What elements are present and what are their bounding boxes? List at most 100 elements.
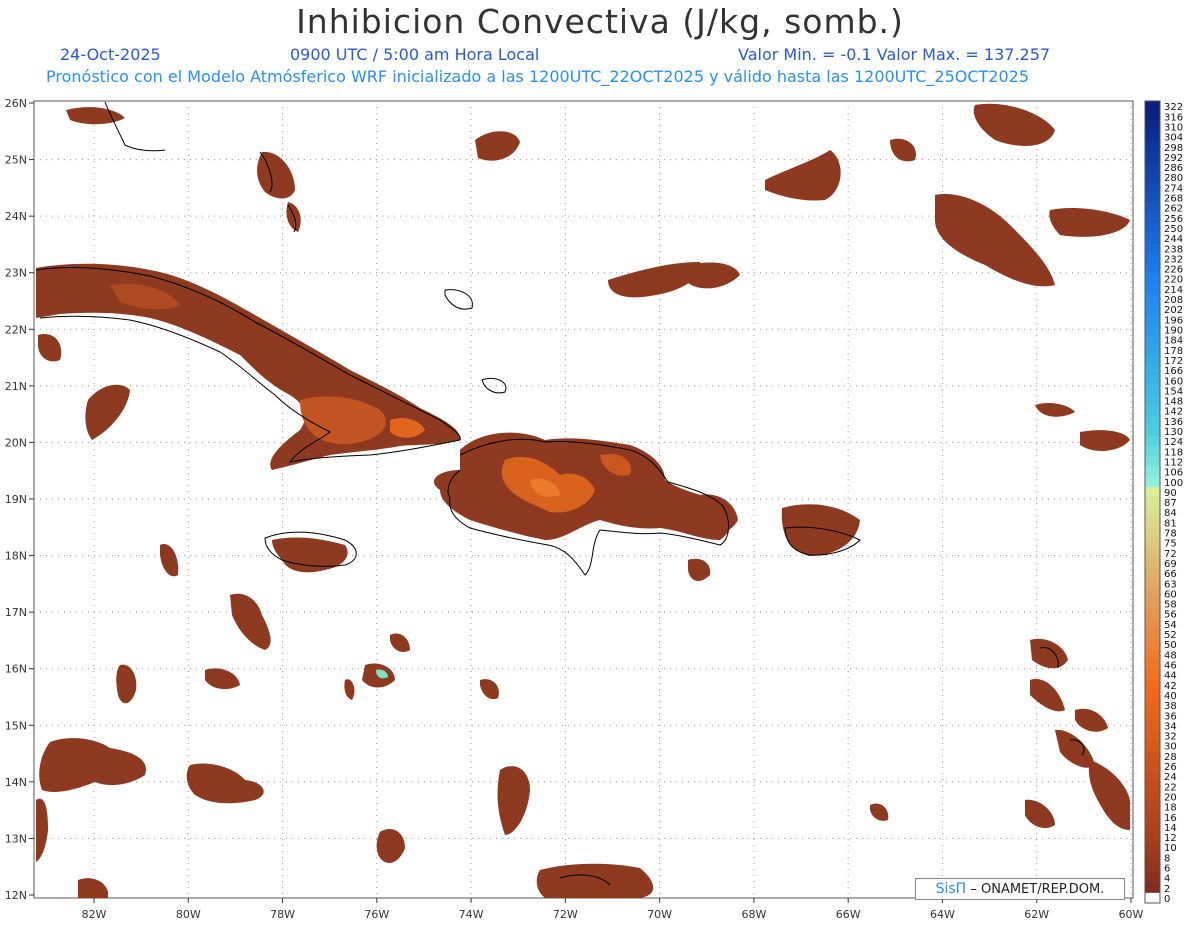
colorbar-swatch [1145,720,1160,731]
forecast-map: 26N 25N 24N 23N 22N 21N 20N 19N 18N 17N 16N 15N 14N 1… [5,97,1183,921]
colorbar-swatch [1145,243,1160,254]
colorbar-swatch [1145,304,1160,315]
colorbar-swatch [1145,507,1160,518]
lat-label: 13N [5,832,27,845]
colorbar-swatch [1145,212,1160,224]
lat-label: 18N [5,550,27,563]
colorbar-swatch [1145,486,1160,498]
colorbar-swatch [1145,375,1160,386]
colorbar-swatch [1145,253,1160,264]
colorbar-swatch [1145,101,1160,112]
model-info: Pronóstico con el Modelo Atmósferico WRF… [46,67,1030,86]
colorbar-swatch [1145,710,1160,721]
colorbar-swatch [1145,872,1160,884]
colorbar-swatch [1145,517,1160,528]
lat-label: 20N [5,436,27,449]
colorbar-swatch [1145,608,1160,620]
colorbar-swatch [1145,415,1160,427]
colorbar-swatch [1145,364,1160,376]
lon-label: 78W [270,908,295,921]
colorbar-swatch [1145,852,1160,863]
colorbar-swatch [1145,689,1160,701]
colorbar-swatch [1145,842,1160,853]
colorbar-swatch [1145,628,1160,640]
lat-label: 12N [5,889,27,902]
colorbar-swatch [1145,283,1160,295]
colorbar-swatch [1145,324,1160,335]
lat-label: 21N [5,380,27,393]
credit-text: – ONAMET/REP.DOM. [970,882,1105,897]
colorbar-swatch [1145,202,1160,214]
colorbar-swatch [1145,811,1160,823]
lon-label: 72W [553,908,578,921]
colorbar-swatch [1145,192,1160,204]
colorbar-swatch [1145,121,1160,132]
lat-label: 17N [5,606,27,619]
colorbar-swatch [1145,578,1160,589]
colorbar-swatch [1145,344,1160,356]
credit-box: SisΠ – ONAMET/REP.DOM. [915,878,1125,900]
colorbar-swatch [1145,496,1160,508]
colorbar-swatch [1145,791,1160,802]
colorbar-swatch [1145,730,1160,742]
colorbar-swatch [1145,161,1160,173]
lat-label: 26N [5,97,27,110]
lon-label: 76W [364,908,389,921]
colorbar-swatch [1145,456,1160,467]
colorbar-swatch [1145,781,1160,792]
colorbar-swatch [1145,750,1160,762]
colorbar: 3223163103042982922862802742682622562502… [1144,100,1183,905]
value-range: Valor Min. = -0.1 Valor Max. = 137.257 [738,45,1051,64]
lon-label: 74W [459,908,484,921]
colorbar-swatch [1145,831,1160,843]
colorbar-swatch [1145,172,1160,183]
colorbar-swatch [1145,263,1160,275]
colorbar-label: 0 [1164,894,1170,905]
colorbar-swatch [1145,862,1160,874]
colorbar-swatch [1145,222,1160,234]
sispi-logo: SisΠ [935,881,967,897]
lon-label: 62W [1024,908,1049,921]
colorbar-swatch [1145,354,1160,366]
colorbar-swatch [1145,649,1160,660]
lat-label: 14N [5,776,27,789]
colorbar-swatch [1145,182,1160,193]
colorbar-swatch [1145,760,1160,772]
lat-label: 15N [5,719,27,732]
colorbar-swatch [1145,771,1160,782]
colorbar-swatch [1145,588,1160,599]
colorbar-swatch [1145,892,1160,904]
colorbar-swatch [1145,527,1160,539]
colorbar-swatch [1145,131,1160,143]
colorbar-swatch [1145,334,1160,346]
colorbar-swatch [1145,405,1160,417]
lon-label: 60W [1119,908,1144,921]
colorbar-swatch [1145,141,1160,153]
forecast-time: 0900 UTC / 5:00 am Hora Local [290,45,540,64]
lon-label: 64W [930,908,955,921]
lon-label: 82W [82,908,107,921]
colorbar-swatch [1145,669,1160,681]
colorbar-swatch [1145,598,1160,610]
lon-label: 80W [176,908,201,921]
colorbar-swatch [1145,740,1160,752]
lat-label: 16N [5,663,27,676]
colorbar-swatch [1145,436,1160,447]
colorbar-swatch [1145,547,1160,559]
map-title: Inhibicion Convectiva (J/kg, somb.) [296,2,904,41]
lat-label: 25N [5,154,27,167]
colorbar-swatch [1145,476,1160,488]
colorbar-swatch [1145,821,1160,833]
lat-label: 24N [5,210,27,223]
colorbar-swatch [1145,466,1160,478]
colorbar-swatch [1145,537,1160,549]
longitude-labels: 82W 80W 78W 76W 74W 72W 70W 68W 66W 64W 62W 60W [82,898,1144,921]
colorbar-swatch [1145,395,1160,407]
lon-label: 68W [741,908,766,921]
colorbar-swatch [1145,699,1160,711]
lon-label: 70W [647,908,672,921]
colorbar-swatch [1145,801,1160,813]
colorbar-swatch [1145,151,1160,163]
colorbar-swatch [1145,111,1160,122]
colorbar-swatch [1145,618,1160,630]
